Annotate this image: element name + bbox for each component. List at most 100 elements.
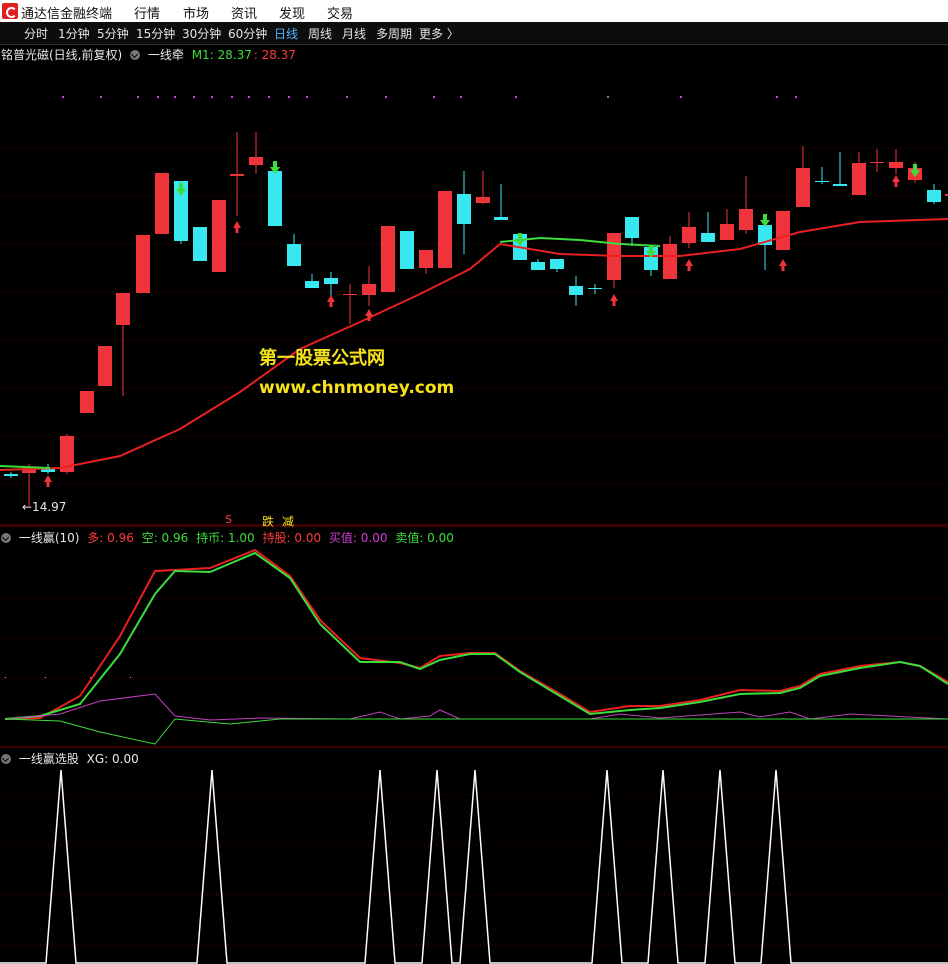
watermark-url: www.chnmoney.com — [259, 378, 455, 398]
signal-dot — [385, 96, 387, 98]
period-weekly[interactable]: 周线 — [308, 25, 332, 42]
title-bar: 通达信金融终端 行情 市场 资讯 发现 交易 — [0, 0, 948, 22]
candlestick-chart — [0, 96, 948, 526]
signal-dot — [193, 96, 195, 98]
candle-body — [494, 217, 508, 220]
dot — [45, 677, 46, 678]
signal-dot — [795, 96, 797, 98]
signal-dot — [680, 96, 682, 98]
buy-arrow-icon — [327, 295, 335, 307]
candle-body — [4, 474, 18, 476]
period-more[interactable]: 更多 〉 — [419, 25, 459, 42]
candle-body — [419, 250, 433, 268]
candle-body — [249, 157, 263, 165]
period-monthly[interactable]: 月线 — [342, 25, 366, 42]
candle-body — [305, 281, 319, 288]
candle-body — [400, 231, 414, 269]
duo-line — [4, 548, 948, 720]
candle-body — [116, 293, 130, 325]
candle-body — [569, 286, 583, 295]
signal-dot — [306, 96, 308, 98]
signal-dot — [211, 96, 213, 98]
signal-s: S — [225, 513, 232, 526]
candle-body — [362, 284, 376, 295]
period-1min[interactable]: 1分钟 — [58, 25, 90, 42]
menu-hangqing[interactable]: 行情 — [134, 3, 160, 22]
dot — [5, 677, 6, 678]
menu-shichang[interactable]: 市场 — [183, 3, 209, 22]
ma-green-line — [0, 465, 51, 469]
candle-body — [720, 224, 734, 240]
period-15min[interactable]: 15分钟 — [136, 25, 175, 42]
period-daily[interactable]: 日线 — [274, 25, 298, 42]
candle-body — [268, 171, 282, 226]
candle-body — [927, 190, 941, 202]
signal-dot — [268, 96, 270, 98]
candle-body — [287, 244, 301, 266]
period-30min[interactable]: 30分钟 — [182, 25, 221, 42]
signal-dot — [248, 96, 250, 98]
signal-dot — [231, 96, 233, 98]
candle-body — [796, 168, 810, 207]
signal-dot — [137, 96, 139, 98]
signal-dot — [157, 96, 159, 98]
period-60min[interactable]: 60分钟 — [228, 25, 267, 42]
candle-body — [193, 227, 207, 261]
signal-dot — [607, 96, 609, 98]
candle-body — [212, 200, 226, 272]
watermark-title: 第一股票公式网 — [259, 348, 385, 369]
candle-body — [739, 209, 753, 230]
period-toolbar: 分时 1分钟 5分钟 15分钟 30分钟 60分钟 日线 周线 月线 多周期 更… — [0, 22, 948, 45]
signal-dot — [515, 96, 517, 98]
menu-zixun[interactable]: 资讯 — [231, 3, 257, 22]
candle-body — [98, 346, 112, 386]
indicator-panel-chart — [0, 526, 948, 748]
buy-arrow-icon — [892, 175, 900, 187]
green-base-line — [4, 718, 948, 745]
dot — [90, 677, 91, 678]
buy-arrow-icon — [610, 294, 618, 306]
candle-body — [776, 211, 790, 250]
candle-body — [324, 278, 338, 284]
signal-dot — [460, 96, 462, 98]
signal-dot — [288, 96, 290, 98]
period-5min[interactable]: 5分钟 — [97, 25, 129, 42]
candle-body — [815, 181, 829, 182]
buy-arrow-icon — [44, 475, 52, 487]
candle-body — [343, 294, 357, 295]
period-multi[interactable]: 多周期 — [376, 25, 412, 42]
candle-body — [701, 233, 715, 242]
app-name: 通达信金融终端 — [21, 7, 113, 22]
candle-body — [438, 191, 452, 268]
magenta-line — [4, 693, 948, 721]
menu-faxian[interactable]: 发现 — [279, 3, 305, 22]
candle-body — [136, 235, 150, 293]
candle-body — [833, 184, 847, 186]
candle-body — [588, 288, 602, 289]
candle-body — [889, 162, 903, 168]
signal-dot — [100, 96, 102, 98]
signal-dot — [776, 96, 778, 98]
candle-body — [80, 391, 94, 413]
candle-body — [663, 244, 677, 279]
menu-jiaoyi[interactable]: 交易 — [327, 3, 353, 22]
signal-dot — [346, 96, 348, 98]
candle-body — [531, 262, 545, 270]
low-price-marker: ←14.97 — [22, 500, 67, 514]
buy-arrow-icon — [685, 259, 693, 271]
buy-arrow-icon — [779, 259, 787, 271]
signal-dot — [433, 96, 435, 98]
selection-panel-chart — [0, 769, 948, 964]
signal-dot — [174, 96, 176, 98]
candle-body — [550, 259, 564, 269]
candle-body — [682, 227, 696, 243]
period-fenshi[interactable]: 分时 — [24, 25, 48, 42]
app-logo-icon — [2, 3, 18, 19]
signal-dot — [62, 96, 64, 98]
dot — [130, 677, 131, 678]
candle-body — [852, 163, 866, 195]
candle-body — [381, 226, 395, 292]
candle-body — [457, 194, 471, 224]
buy-arrow-icon — [233, 221, 241, 233]
candle-body — [476, 197, 490, 203]
